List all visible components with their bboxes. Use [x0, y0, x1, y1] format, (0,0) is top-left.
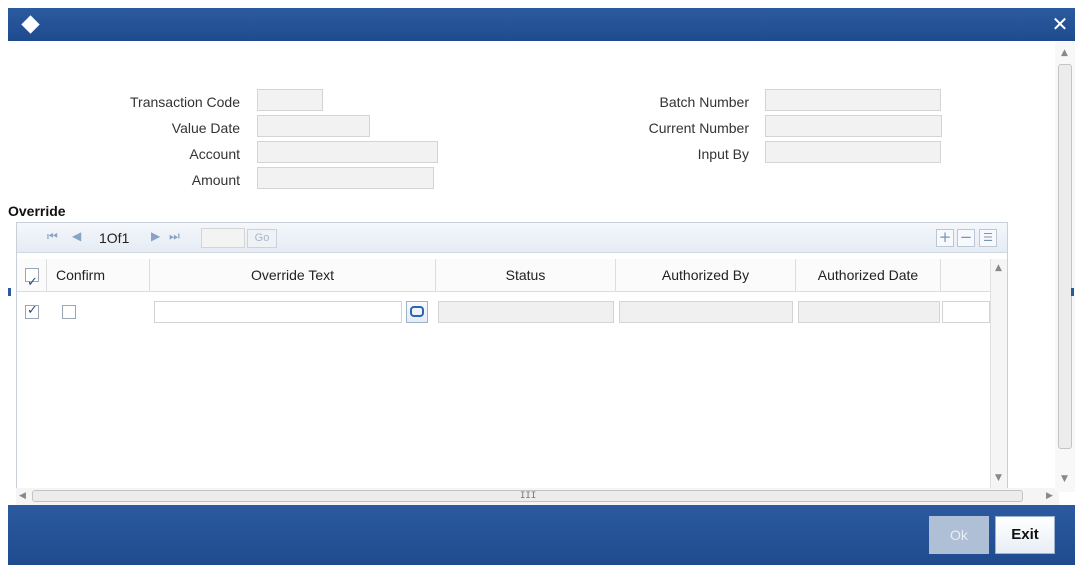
value-date-field[interactable]: [257, 115, 370, 137]
scroll-up-icon[interactable]: ▲: [995, 263, 1002, 273]
last-page-icon[interactable]: ⏭: [169, 229, 180, 244]
close-icon[interactable]: ✕: [1047, 11, 1073, 37]
page-number-input[interactable]: [201, 228, 245, 248]
input-by-field[interactable]: [765, 141, 941, 163]
dialog-scroll-right-icon[interactable]: ▶: [1046, 491, 1053, 501]
dialog-horizontal-scrollbar[interactable]: ◀ III ▶: [16, 488, 1059, 505]
grid-vertical-scrollbar[interactable]: ▲ ▼: [990, 259, 1007, 489]
override-text-field[interactable]: [154, 301, 402, 323]
dialog-footer: Ok Exit: [8, 505, 1075, 565]
table-header: Confirm Override Text Status Authorized …: [17, 259, 990, 299]
value-date-label: Value Date: [171, 120, 240, 136]
transaction-code-label: Transaction Code: [130, 94, 240, 110]
grid-pager: ⏮ ◀ 1Of1 ▶ ⏭ Go + − ☰: [17, 223, 1007, 253]
account-field[interactable]: [257, 141, 438, 163]
list-view-icon[interactable]: ☰: [979, 229, 997, 247]
transaction-code-field[interactable]: [257, 89, 323, 111]
select-all-checkbox[interactable]: [25, 266, 39, 299]
ok-button[interactable]: Ok: [929, 516, 989, 554]
row-select-checkbox[interactable]: [25, 303, 39, 319]
exit-button[interactable]: Exit: [995, 516, 1055, 554]
go-button[interactable]: Go: [247, 229, 277, 248]
account-label: Account: [189, 146, 240, 162]
dialog-scroll-down-icon[interactable]: ▼: [1061, 474, 1068, 484]
amount-field[interactable]: [257, 167, 434, 189]
row-confirm-checkbox[interactable]: [62, 305, 76, 319]
col-override-text[interactable]: Override Text: [150, 259, 436, 292]
dialog-hscroll-thumb[interactable]: III: [32, 490, 1023, 502]
prev-page-icon[interactable]: ◀: [72, 229, 81, 243]
app-diamond-icon: [21, 15, 40, 34]
next-page-icon[interactable]: ▶: [151, 229, 160, 243]
dialog-scroll-left-icon[interactable]: ◀: [19, 491, 26, 501]
left-edge-marker: [8, 288, 11, 296]
col-status[interactable]: Status: [436, 259, 616, 292]
override-section-title: Override: [8, 203, 66, 219]
col-confirm[interactable]: Confirm: [47, 259, 150, 292]
dialog-scroll-up-icon[interactable]: ▲: [1061, 48, 1068, 58]
authorized-by-field[interactable]: [619, 301, 793, 323]
override-dialog: ✕ Transaction Code Value Date Account Am…: [8, 8, 1075, 565]
extra-column-field[interactable]: [942, 301, 990, 323]
dialog-vscroll-thumb[interactable]: [1058, 64, 1072, 449]
plus-icon[interactable]: +: [936, 229, 954, 247]
page-indicator: 1Of1: [99, 230, 130, 246]
override-grid: ⏮ ◀ 1Of1 ▶ ⏭ Go + − ☰ Confirm Override T…: [16, 222, 1008, 505]
authorized-date-field[interactable]: [798, 301, 940, 323]
minus-icon[interactable]: −: [957, 229, 975, 247]
col-authorized-date[interactable]: Authorized Date: [796, 259, 941, 292]
current-number-field[interactable]: [765, 115, 942, 137]
select-all-cell: [17, 259, 47, 299]
status-field[interactable]: [438, 301, 614, 323]
lov-icon[interactable]: [406, 301, 428, 323]
batch-number-field[interactable]: [765, 89, 941, 111]
batch-number-label: Batch Number: [659, 94, 749, 110]
input-by-label: Input By: [697, 146, 749, 162]
right-edge-marker: [1071, 288, 1074, 296]
dialog-vertical-scrollbar[interactable]: ▲ ▼: [1055, 42, 1075, 492]
first-page-icon[interactable]: ⏮: [47, 229, 58, 244]
title-bar[interactable]: ✕: [8, 8, 1075, 41]
dialog-grip-icon: III: [520, 491, 537, 501]
amount-label: Amount: [191, 172, 240, 188]
scroll-down-icon[interactable]: ▼: [995, 473, 1002, 483]
current-number-label: Current Number: [648, 120, 749, 136]
col-authorized-by[interactable]: Authorized By: [616, 259, 796, 292]
